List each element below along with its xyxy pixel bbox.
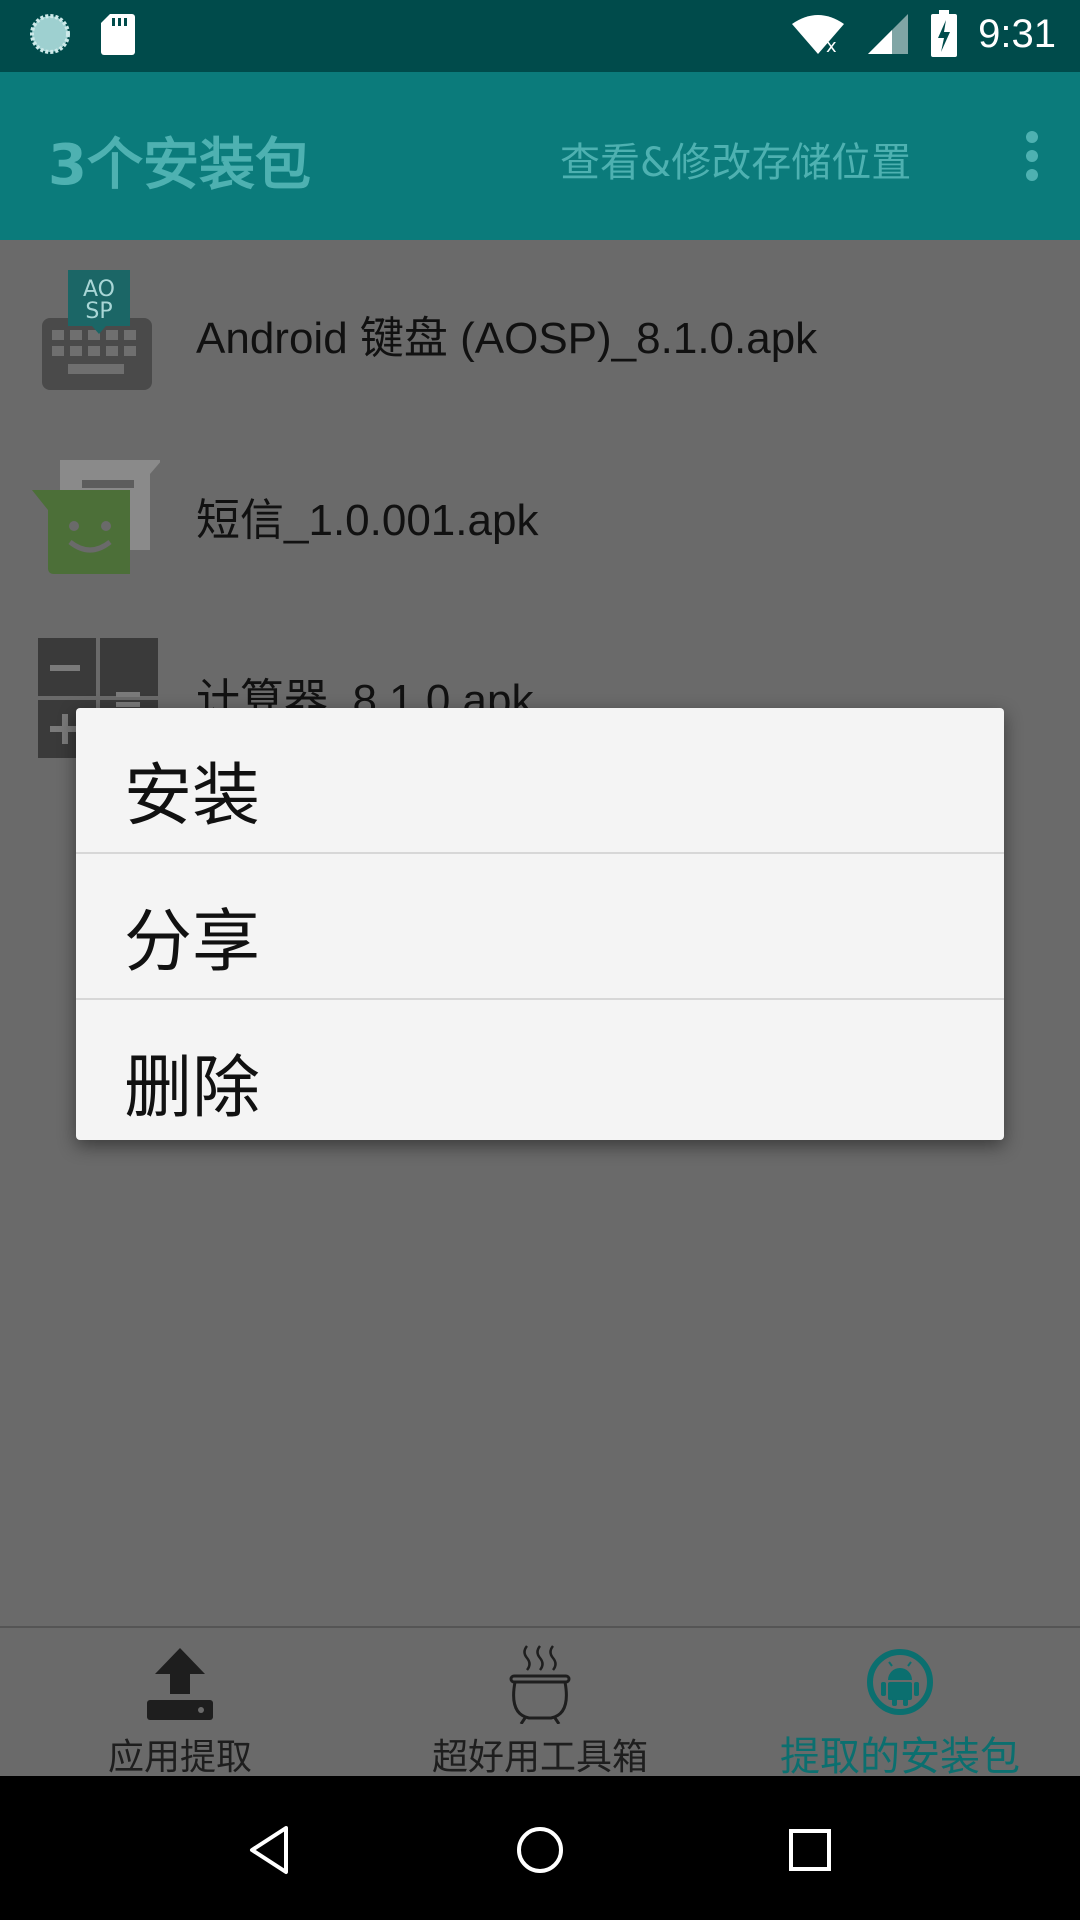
nav-label: 应用提取 xyxy=(107,1737,252,1778)
status-time: 9:31 xyxy=(978,11,1056,56)
back-icon[interactable] xyxy=(240,1820,300,1880)
nav-item-extracted-packages[interactable]: 提取的安装包 xyxy=(720,1638,1080,1780)
nav-item-app-extract[interactable]: 应用提取 xyxy=(0,1638,360,1778)
more-vert-icon[interactable] xyxy=(1024,130,1040,182)
app-bar: 3个安装包 查看&修改存储位置 xyxy=(0,72,1080,240)
cauldron-icon xyxy=(509,1645,571,1724)
nav-item-toolbox[interactable]: 超好用工具箱 xyxy=(360,1638,720,1778)
list-item-label: 短信_1.0.001.apk xyxy=(196,496,539,545)
keyboard-aosp-icon: AO SP xyxy=(42,270,152,390)
sd-card-icon xyxy=(101,14,135,55)
delete-option-label: 删除 xyxy=(124,1049,261,1128)
install-option[interactable]: 安装 xyxy=(76,708,1004,854)
page-title: 3个安装包 xyxy=(48,133,311,198)
home-icon[interactable] xyxy=(510,1820,570,1880)
sync-icon xyxy=(30,14,70,54)
share-option-label: 分享 xyxy=(124,903,261,982)
system-navigation-bar xyxy=(0,1776,1080,1920)
list-item[interactable]: 短信_1.0.001.apk xyxy=(0,422,1080,602)
wifi-icon: x xyxy=(792,15,845,56)
nav-label: 超好用工具箱 xyxy=(431,1737,648,1778)
list-item[interactable]: AO SP Android 键盘 (AOSP)_8.1.0.apk xyxy=(0,240,1080,420)
nav-label: 提取的安装包 xyxy=(780,1734,1020,1780)
delete-option[interactable]: 删除 xyxy=(76,1000,1004,1140)
upload-icon xyxy=(147,1648,213,1720)
storage-location-button[interactable]: 查看&修改存储位置 xyxy=(560,130,911,188)
list-item-label: Android 键盘 (AOSP)_8.1.0.apk xyxy=(196,314,818,363)
status-bar: x 9:31 xyxy=(0,0,1080,72)
svg-text:SP: SP xyxy=(85,299,112,324)
recents-icon[interactable] xyxy=(780,1820,840,1880)
svg-text:x: x xyxy=(826,36,837,56)
apk-actions-dialog: 安装 分享 删除 xyxy=(76,708,1004,1140)
bottom-navigation: 应用提取 超好用工具箱 提取的安装包 xyxy=(0,1626,1080,1780)
android-icon xyxy=(867,1649,933,1715)
share-option[interactable]: 分享 xyxy=(76,854,1004,1000)
install-option-label: 安装 xyxy=(124,757,261,836)
battery-charging-icon xyxy=(931,10,958,57)
signal-icon xyxy=(868,14,909,54)
messaging-icon xyxy=(32,460,160,574)
